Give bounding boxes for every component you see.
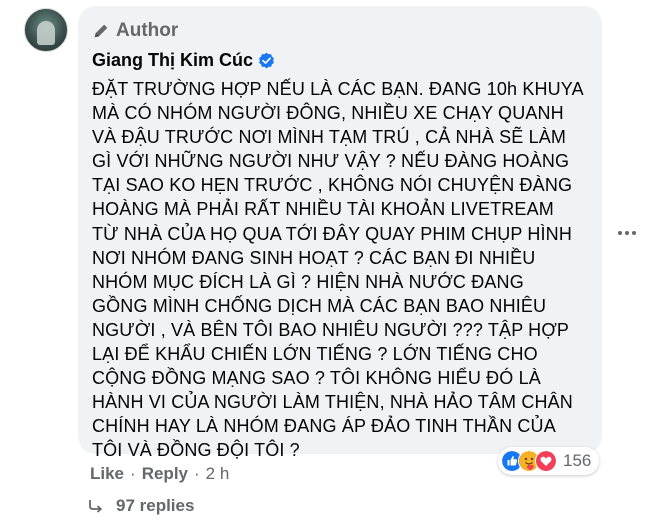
commenter-name[interactable]: Giang Thị Kim Cúc bbox=[92, 50, 253, 71]
comment-line: MÀ CÓ NHÓM NGƯỜI ĐÔNG, NHIỀU XE CHẠY QUA… bbox=[92, 103, 564, 124]
comment-line: CỘNG ĐỒNG MẠNG SAO ? TÔI KHÔNG HIỂU ĐÓ L… bbox=[92, 368, 541, 389]
pencil-icon bbox=[94, 24, 108, 38]
reply-button[interactable]: Reply bbox=[142, 464, 188, 484]
comment-line: NHÓM MỤC ĐÍCH LÀ GÌ ? HIỆN NHÀ NƯỚC ĐANG bbox=[92, 271, 524, 292]
reactions-summary[interactable]: 156 bbox=[498, 447, 600, 475]
comment-line: HÀNH VI CỦA NGƯỜI LÀM THIỆN, NHÀ HẢO TÂM… bbox=[92, 392, 573, 413]
love-icon bbox=[535, 450, 557, 472]
comment-line: NƠI NHÓM ĐANG SINH HOẠT ? CÁC BẠN ĐI NHI… bbox=[92, 247, 536, 268]
comment-bubble: Author Giang Thị Kim Cúc ĐẶT TRƯỜNG HỢP … bbox=[78, 6, 602, 460]
reaction-count: 156 bbox=[563, 451, 592, 470]
comment-line: LẠI ĐỂ KHẨU CHIẾN LỚN TIẾNG ? LỚN TIẾNG … bbox=[92, 344, 538, 365]
author-badge: Author bbox=[92, 20, 178, 42]
view-replies-link[interactable]: 97 replies bbox=[88, 496, 194, 516]
comment-line: NGƯỜI , VÀ BÊN TÔI BAO NHIÊU NGƯỜI ??? T… bbox=[92, 319, 570, 340]
author-badge-label: Author bbox=[116, 20, 179, 41]
more-options-icon[interactable] bbox=[612, 222, 642, 244]
comment-line: TỪ NHÀ CỦA HỌ QUA TỚI ĐÂY QUAY PHIM CHỤP… bbox=[92, 223, 572, 244]
comment-text: ĐẶT TRƯỜNG HỢP NẾU LÀ CÁC BẠN. ĐANG 10h … bbox=[92, 77, 597, 463]
comment-line: HOÀNG MÀ PHẢI RẤT NHIỀU TÀI KHOẢN LIVETR… bbox=[92, 199, 554, 220]
verified-badge-icon bbox=[259, 52, 274, 69]
reply-arrow-icon bbox=[89, 500, 103, 513]
commenter-name-row: Giang Thị Kim Cúc bbox=[92, 50, 275, 71]
comment-line: VÀ ĐẬU TRƯỚC NƠI MÌNH TẠM TRÚ , CẢ NHÀ S… bbox=[92, 127, 567, 148]
comment-line: ĐẶT TRƯỜNG HỢP NẾU LÀ CÁC BẠN. ĐANG 10h … bbox=[92, 79, 584, 99]
like-button[interactable]: Like bbox=[90, 464, 124, 484]
separator-dot: · bbox=[194, 464, 200, 483]
separator-dot: · bbox=[130, 464, 136, 483]
comment-line: CHÍNH HAY LÀ NHÓM ĐANG ÁP ĐẢO TINH THẦN … bbox=[92, 416, 556, 437]
comment-line: GÌ VỚI NHỮNG NGƯỜI NHƯ VẬY ? NẾU ĐÀNG HO… bbox=[92, 151, 570, 172]
commenter-avatar[interactable] bbox=[24, 8, 68, 52]
comment-actions: Like · Reply · 2 h bbox=[90, 464, 229, 484]
comment-line: TẠI SAO KO HẸN TRƯỚC , KHÔNG NÓI CHUYỆN … bbox=[92, 175, 573, 196]
comment-line: GỒNG MÌNH CHỐNG DỊCH MÀ CÁC BẠN BAO NHIÊ… bbox=[92, 295, 547, 316]
replies-count-label: 97 replies bbox=[116, 496, 195, 515]
comment-timestamp[interactable]: 2 h bbox=[206, 464, 230, 484]
